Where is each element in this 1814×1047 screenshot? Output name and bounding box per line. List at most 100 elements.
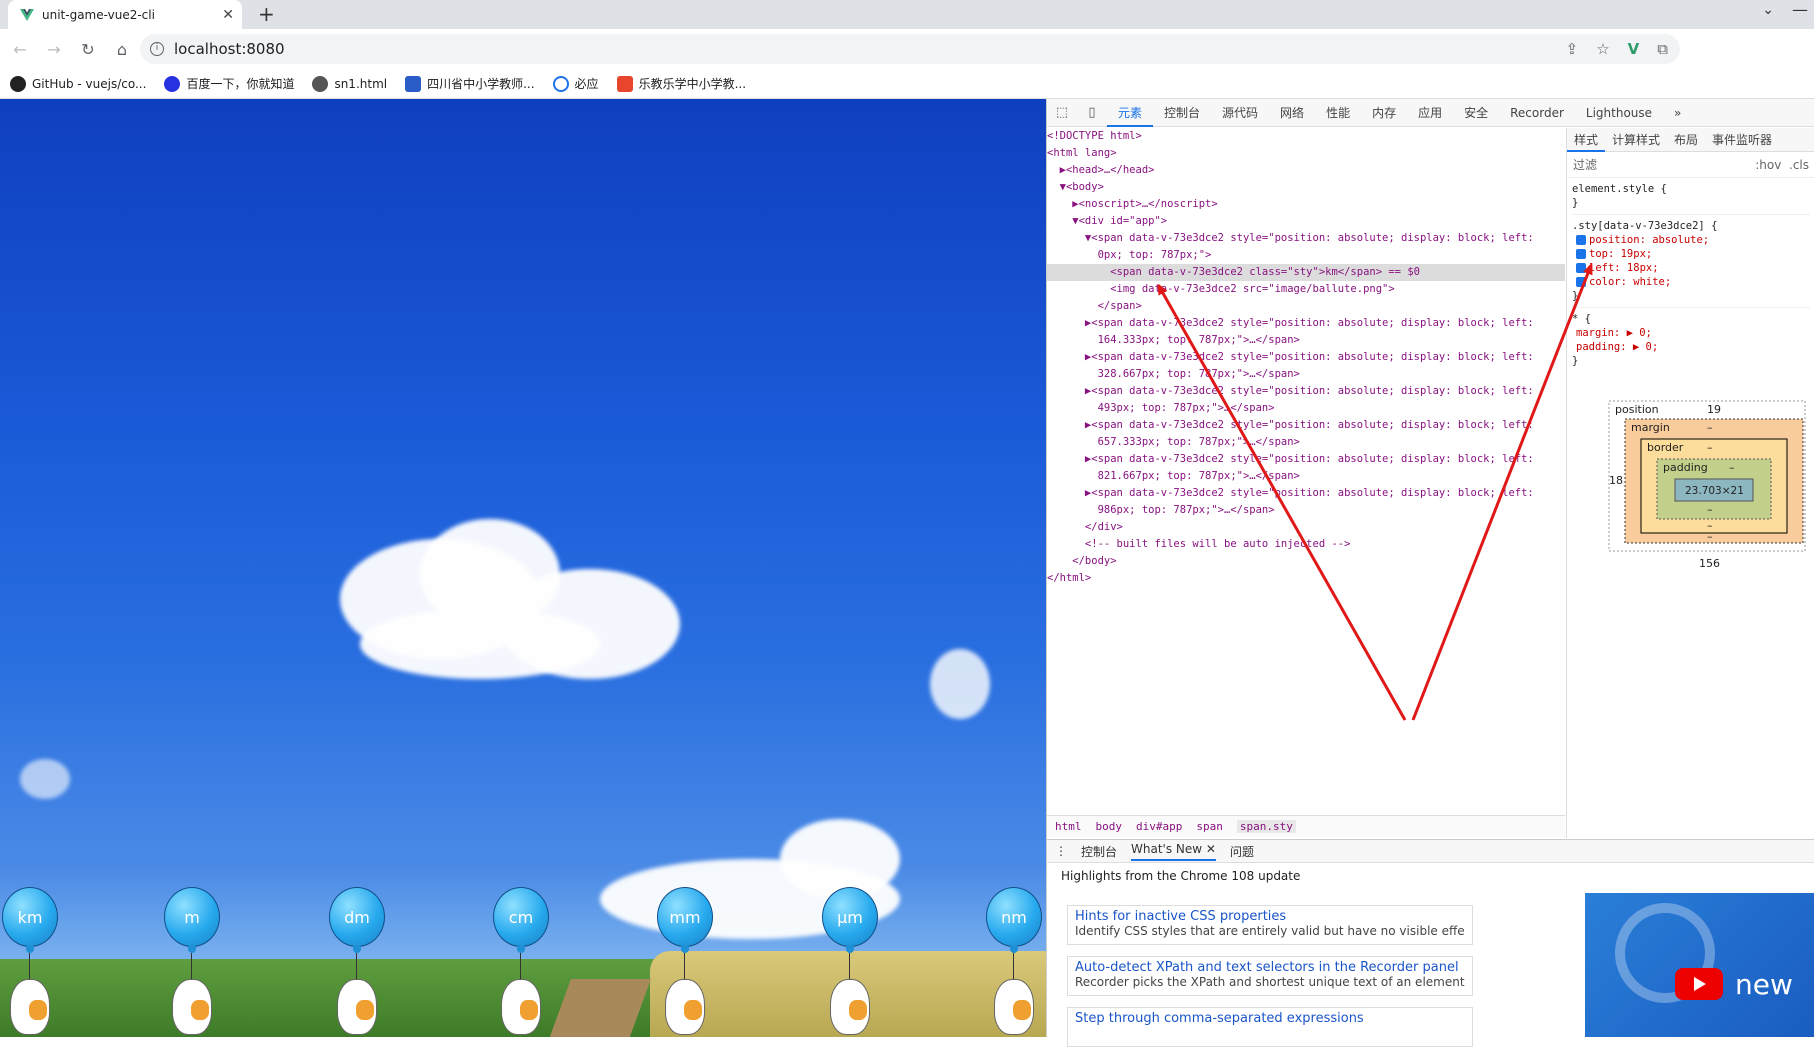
filter-input[interactable]: 过滤 (1573, 156, 1597, 173)
dom-line[interactable]: <html lang> (1047, 145, 1565, 162)
forward-icon[interactable]: → (40, 40, 68, 59)
dom-line[interactable]: ▼<div id="app"> (1047, 213, 1565, 230)
checkbox-icon[interactable] (1576, 263, 1586, 273)
breadcrumb-item[interactable]: span (1196, 820, 1223, 833)
dom-line[interactable]: ▼<span data-v-73e3dce2 style="position: … (1047, 230, 1565, 247)
inspect-element-icon[interactable]: ⬚ (1047, 105, 1077, 120)
youtube-play-icon[interactable] (1675, 968, 1723, 1000)
extensions-icon[interactable]: ⧉ (1657, 40, 1668, 58)
balloon-dm[interactable]: dm (327, 887, 387, 1037)
share-icon[interactable]: ⇪ (1566, 40, 1579, 58)
tab-layout[interactable]: 布局 (1667, 128, 1705, 152)
tab-sources[interactable]: 源代码 (1211, 99, 1269, 127)
dom-line[interactable]: 164.333px; top: 787px;">…</span> (1047, 332, 1565, 349)
card-title[interactable]: Step through comma-separated expressions (1075, 1011, 1465, 1026)
browser-tab[interactable]: unit-game-vue2-cli ✕ (8, 0, 242, 29)
dom-line[interactable]: 0px; top: 787px;"> (1047, 247, 1565, 264)
dom-line[interactable]: 328.667px; top: 787px;">…</span> (1047, 366, 1565, 383)
tab-memory[interactable]: 内存 (1361, 99, 1407, 127)
tab-event-listeners[interactable]: 事件监听器 (1705, 128, 1779, 152)
dom-line[interactable]: ▶<span data-v-73e3dce2 style="position: … (1047, 485, 1565, 502)
balloon-um[interactable]: μm (820, 887, 880, 1037)
new-tab-icon[interactable]: + (258, 2, 275, 26)
style-property[interactable]: position: absolute; (1572, 233, 1810, 247)
style-property[interactable]: left: 18px; (1572, 261, 1810, 275)
bookmark-lejiao[interactable]: 乐教乐学中小学教... (616, 75, 746, 92)
bookmark-baidu[interactable]: 百度一下，你就知道 (164, 75, 294, 92)
dom-line[interactable]: 986px; top: 787px;">…</span> (1047, 502, 1565, 519)
whats-new-card[interactable]: Auto-detect XPath and text selectors in … (1067, 956, 1473, 996)
bookmark-bing[interactable]: 必应 (552, 75, 599, 92)
balloon-km[interactable]: km (0, 887, 60, 1037)
bookmark-star-icon[interactable]: ☆ (1596, 40, 1609, 58)
tab-application[interactable]: 应用 (1407, 99, 1453, 127)
drawer-menu-icon[interactable]: ⋮ (1055, 844, 1067, 858)
drawer-tab-issues[interactable]: 问题 (1230, 843, 1254, 860)
vue-devtools-extension-icon[interactable]: V (1628, 40, 1640, 58)
dom-line[interactable]: ▶<span data-v-73e3dce2 style="position: … (1047, 315, 1565, 332)
tab-computed[interactable]: 计算样式 (1605, 128, 1667, 152)
balloon-cm[interactable]: cm (491, 887, 551, 1037)
site-info-icon[interactable]: i (150, 42, 164, 56)
card-title[interactable]: Hints for inactive CSS properties (1075, 909, 1465, 924)
close-icon[interactable]: ✕ (1206, 842, 1216, 856)
dom-line[interactable]: ▶<noscript>…</noscript> (1047, 196, 1565, 213)
drawer-tab-console[interactable]: 控制台 (1081, 843, 1117, 860)
checkbox-icon[interactable] (1576, 235, 1586, 245)
elements-tree[interactable]: <!DOCTYPE html> <html lang> ▶<head>…</he… (1047, 128, 1565, 808)
dom-line[interactable]: ▶<span data-v-73e3dce2 style="position: … (1047, 383, 1565, 400)
checkbox-icon[interactable] (1576, 277, 1586, 287)
dom-line[interactable]: ▶<span data-v-73e3dce2 style="position: … (1047, 417, 1565, 434)
balloon-m[interactable]: m (162, 887, 222, 1037)
tab-lighthouse[interactable]: Lighthouse (1575, 99, 1663, 127)
device-toggle-icon[interactable]: ▯ (1077, 105, 1107, 120)
home-icon[interactable]: ⌂ (108, 40, 136, 59)
dom-line[interactable]: ▶<head>…</head> (1047, 162, 1565, 179)
reload-icon[interactable]: ↻ (74, 40, 102, 59)
tab-network[interactable]: 网络 (1269, 99, 1315, 127)
dom-line[interactable]: </div> (1047, 519, 1565, 536)
dom-line[interactable]: <img data-v-73e3dce2 src="image/ballute.… (1047, 281, 1565, 298)
dom-line[interactable]: ▶<span data-v-73e3dce2 style="position: … (1047, 349, 1565, 366)
address-bar[interactable]: i localhost:8080 ⇪ ☆ V ⧉ (140, 34, 1680, 64)
dom-line[interactable]: </body> (1047, 553, 1565, 570)
bookmark-sn1[interactable]: sn1.html (312, 75, 387, 92)
tab-performance[interactable]: 性能 (1315, 99, 1361, 127)
dom-line[interactable]: </span> (1047, 298, 1565, 315)
style-property[interactable]: color: white; (1572, 275, 1810, 289)
style-property[interactable]: margin: ▶ 0; (1572, 326, 1810, 340)
more-tabs-icon[interactable]: » (1663, 99, 1692, 127)
balloon-nm[interactable]: nm (984, 887, 1044, 1037)
cls-toggle[interactable]: .cls (1789, 158, 1809, 172)
dom-line[interactable]: 657.333px; top: 787px;">…</span> (1047, 434, 1565, 451)
drawer-tab-whats-new[interactable]: What's New ✕ (1131, 842, 1216, 861)
tab-elements[interactable]: 元素 (1107, 99, 1154, 127)
dom-line-selected[interactable]: <span data-v-73e3dce2 class="sty">km</sp… (1047, 264, 1565, 281)
close-tab-icon[interactable]: ✕ (222, 7, 234, 23)
bookmark-github[interactable]: GitHub - vuejs/co... (10, 75, 146, 92)
balloon-mm[interactable]: mm (655, 887, 715, 1037)
tab-security[interactable]: 安全 (1453, 99, 1499, 127)
tab-recorder[interactable]: Recorder (1499, 99, 1575, 127)
tab-console[interactable]: 控制台 (1153, 99, 1211, 127)
bookmark-sichuan[interactable]: 四川省中小学教师... (405, 75, 535, 92)
dom-line[interactable]: <!DOCTYPE html> (1047, 128, 1565, 145)
dom-line[interactable]: 493px; top: 787px;">…</span> (1047, 400, 1565, 417)
back-icon[interactable]: ← (6, 40, 34, 59)
card-title[interactable]: Auto-detect XPath and text selectors in … (1075, 960, 1465, 975)
whats-new-card[interactable]: Step through comma-separated expressions (1067, 1007, 1473, 1047)
whats-new-card[interactable]: Hints for inactive CSS properties Identi… (1067, 905, 1473, 945)
style-property[interactable]: padding: ▶ 0; (1572, 340, 1810, 354)
breadcrumb-item[interactable]: div#app (1136, 820, 1182, 833)
checkbox-icon[interactable] (1576, 249, 1586, 259)
dom-line[interactable]: 821.667px; top: 787px;">…</span> (1047, 468, 1565, 485)
dom-line[interactable]: ▼<body> (1047, 179, 1565, 196)
minimize-icon[interactable]: — (1792, 0, 1808, 19)
tab-styles[interactable]: 样式 (1567, 128, 1606, 152)
dom-line[interactable]: ▶<span data-v-73e3dce2 style="position: … (1047, 451, 1565, 468)
breadcrumb-item[interactable]: html (1055, 820, 1082, 833)
breadcrumb-item[interactable]: span.sty (1236, 820, 1296, 833)
dom-line[interactable]: </html> (1047, 570, 1565, 587)
dom-line-comment[interactable]: <!-- built files will be auto injected -… (1047, 536, 1565, 553)
breadcrumb-item[interactable]: body (1096, 820, 1123, 833)
